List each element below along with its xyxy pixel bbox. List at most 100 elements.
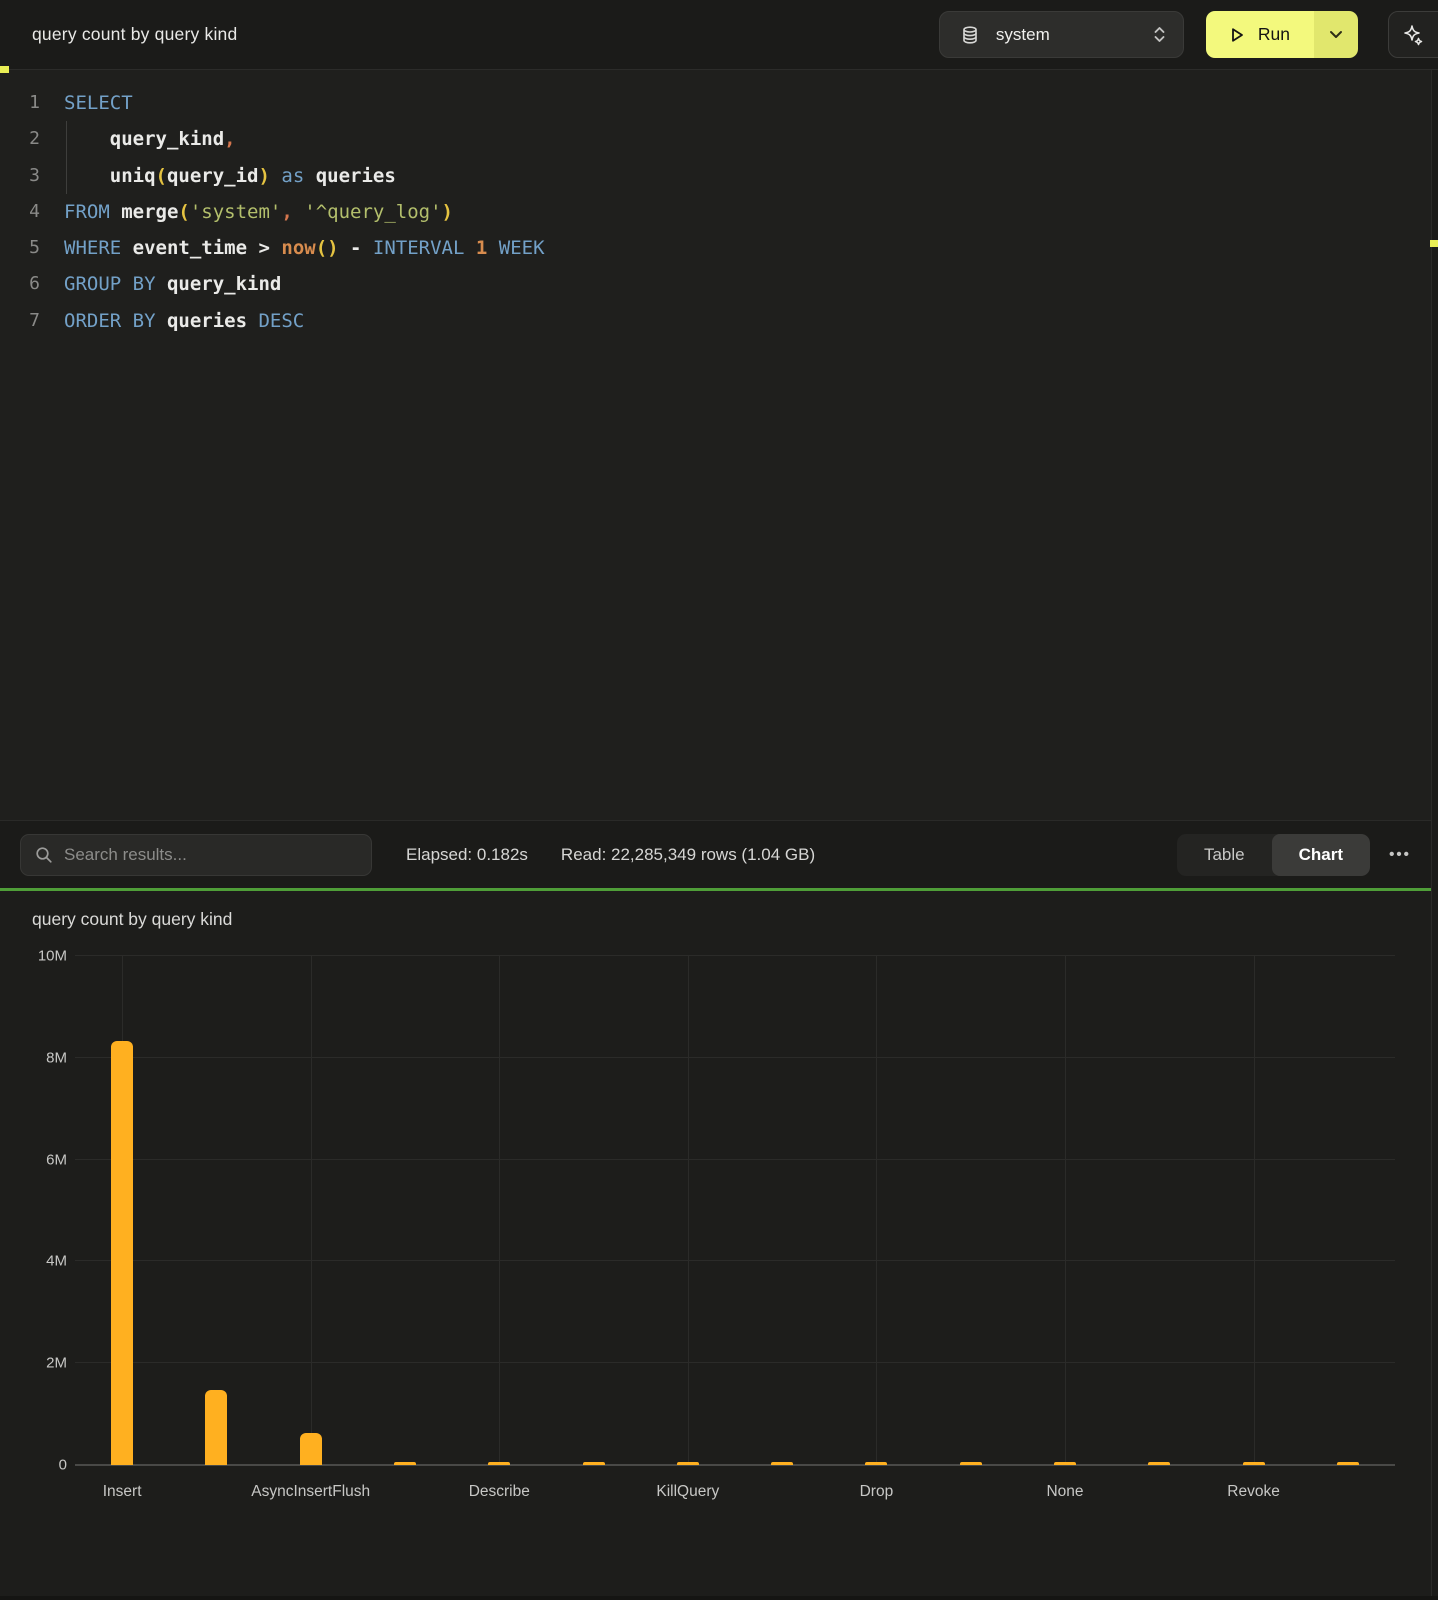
sql-editor[interactable]: 1SELECT2 query_kind,3 uniq(query_id) as … <box>0 70 1438 820</box>
chart-title: query count by query kind <box>32 909 1438 930</box>
code-line[interactable]: 7ORDER BY queries DESC <box>0 303 1438 339</box>
run-button[interactable]: Run <box>1206 11 1314 58</box>
token-comma: , <box>281 201 292 223</box>
token-op: > <box>258 237 269 259</box>
code-line[interactable]: 3 uniq(query_id) as queries <box>0 158 1438 194</box>
y-axis-label: 10M <box>1 948 67 965</box>
read-stat: Read: 22,285,349 rows (1.04 GB) <box>561 845 815 865</box>
x-gridline <box>876 956 877 1465</box>
x-axis-label: Drop <box>766 1483 986 1501</box>
x-gridline <box>499 956 500 1465</box>
x-gridline <box>1065 956 1066 1465</box>
sql-console-window: query count by query kind system <box>0 0 1438 1600</box>
token-id: query_kind <box>64 128 224 150</box>
code-line[interactable]: 2 query_kind, <box>0 121 1438 157</box>
x-axis-label: None <box>955 1483 1175 1501</box>
code-text: uniq(query_id) as queries <box>40 158 396 194</box>
y-gridline <box>75 955 1395 956</box>
editor-tab-marker <box>0 66 9 73</box>
bar[interactable] <box>1148 1462 1170 1465</box>
bar[interactable] <box>488 1462 510 1465</box>
y-axis-label: 2M <box>1 1355 67 1372</box>
x-gridline <box>311 956 312 1465</box>
more-options-button[interactable]: ••• <box>1382 846 1418 863</box>
play-icon <box>1228 26 1246 44</box>
overview-ruler <box>1431 70 1438 1600</box>
bar-chart[interactable]: 10M8M6M4M2M0InsertAsyncInsertFlushDescri… <box>75 956 1395 1465</box>
database-icon <box>960 25 980 45</box>
line-number: 5 <box>0 230 40 266</box>
chevron-down-icon <box>1329 30 1343 39</box>
token-id: queries <box>304 165 396 187</box>
search-results-box <box>20 834 372 876</box>
ruler-highlight-mark <box>1430 240 1438 247</box>
token-paren: ( <box>178 201 189 223</box>
bar[interactable] <box>1337 1462 1359 1465</box>
bar[interactable] <box>111 1041 133 1465</box>
view-toggle: Table Chart <box>1177 834 1370 876</box>
x-axis-label: Revoke <box>1144 1483 1364 1501</box>
topbar: query count by query kind system <box>0 0 1438 70</box>
x-axis-label: Insert <box>12 1483 232 1501</box>
y-axis-label: 0 <box>1 1457 67 1474</box>
line-number: 7 <box>0 303 40 339</box>
token-kw: INTERVAL <box>361 237 464 259</box>
token-comma: , <box>224 128 235 150</box>
token-paren: ) <box>258 165 269 187</box>
code-text: GROUP BY query_kind <box>40 266 281 302</box>
y-axis-label: 4M <box>1 1253 67 1270</box>
token-id: merge <box>110 201 179 223</box>
token-str: 'system' <box>190 201 282 223</box>
select-updown-icon <box>1152 25 1167 44</box>
line-number: 3 <box>0 158 40 194</box>
token-paren: ) <box>442 201 453 223</box>
x-axis-label: KillQuery <box>578 1483 798 1501</box>
chart-panel: query count by query kind 10M8M6M4M2M0In… <box>0 891 1438 1600</box>
bar[interactable] <box>771 1462 793 1465</box>
token-kw: GROUP BY <box>64 273 156 295</box>
token-id: queries <box>156 310 248 332</box>
elapsed-stat: Elapsed: 0.182s <box>406 845 528 865</box>
search-results-input[interactable] <box>64 845 357 865</box>
x-axis-label: AsyncInsertFlush <box>201 1483 421 1501</box>
database-selector[interactable]: system <box>939 11 1184 58</box>
line-number: 4 <box>0 194 40 230</box>
token-id: query_kind <box>156 273 282 295</box>
search-icon <box>35 846 53 864</box>
x-axis-label: Describe <box>389 1483 609 1501</box>
token-kw: as <box>270 165 304 187</box>
results-toolbar: Elapsed: 0.182s Read: 22,285,349 rows (1… <box>0 820 1438 888</box>
bar[interactable] <box>677 1462 699 1465</box>
indent-guide <box>66 121 67 194</box>
token-num: 1 <box>464 237 487 259</box>
ai-assistant-button[interactable] <box>1388 11 1438 58</box>
y-axis-label: 6M <box>1 1151 67 1168</box>
code-line[interactable]: 5WHERE event_time > now() - INTERVAL 1 W… <box>0 230 1438 266</box>
bar[interactable] <box>1243 1462 1265 1465</box>
y-gridline <box>75 1260 1395 1261</box>
code-line[interactable]: 1SELECT <box>0 85 1438 121</box>
run-button-label: Run <box>1258 24 1290 45</box>
code-line[interactable]: 4FROM merge('system', '^query_log') <box>0 194 1438 230</box>
bar[interactable] <box>865 1462 887 1465</box>
window-bottom-edge <box>0 1596 1438 1600</box>
code-lines: 1SELECT2 query_kind,3 uniq(query_id) as … <box>0 85 1438 339</box>
token-op: - <box>339 237 362 259</box>
tab-chart[interactable]: Chart <box>1272 834 1370 876</box>
tab-table[interactable]: Table <box>1177 834 1272 876</box>
bar[interactable] <box>300 1433 322 1465</box>
token-kw: SELECT <box>64 92 133 114</box>
token-id: uniq <box>64 165 156 187</box>
bar[interactable] <box>394 1462 416 1465</box>
run-options-dropdown[interactable] <box>1314 11 1358 58</box>
y-gridline <box>75 1464 1395 1466</box>
sparkle-icon <box>1401 23 1425 47</box>
code-line[interactable]: 6GROUP BY query_kind <box>0 266 1438 302</box>
bar[interactable] <box>583 1462 605 1465</box>
bar[interactable] <box>960 1462 982 1465</box>
code-text: SELECT <box>40 85 133 121</box>
bar[interactable] <box>205 1390 227 1465</box>
bar[interactable] <box>1054 1462 1076 1465</box>
token-num: now <box>270 237 316 259</box>
query-title: query count by query kind <box>32 24 237 45</box>
